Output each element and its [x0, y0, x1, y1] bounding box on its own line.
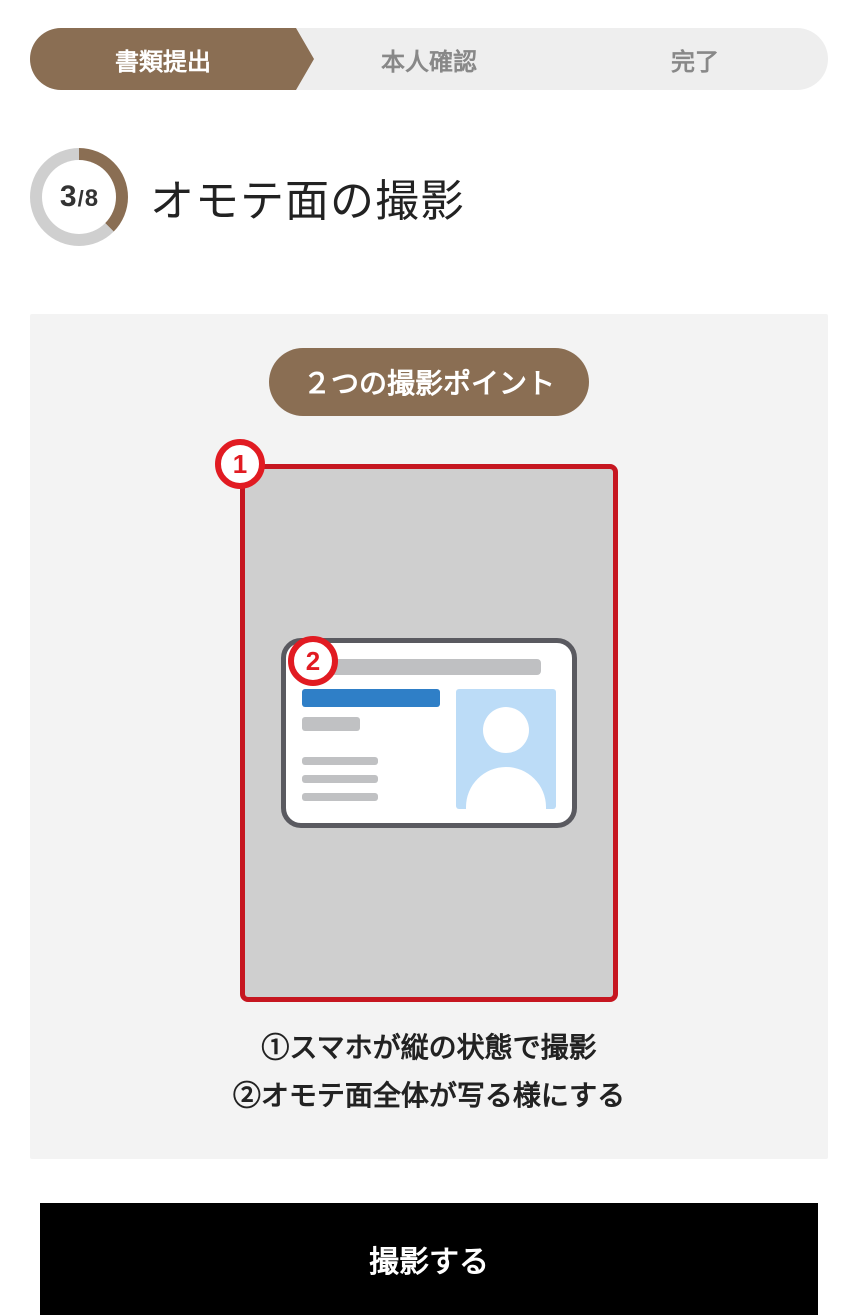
phone-frame-wrapper: 1 2 — [240, 464, 618, 1002]
instruction-panel: ２つの撮影ポイント 1 2 — [30, 314, 828, 1159]
phone-portrait-frame-icon — [240, 464, 618, 1002]
id-card-line — [302, 793, 378, 801]
step-label: 本人確認 — [381, 42, 477, 77]
progress-total: 8 — [85, 185, 98, 213]
page-title: オモテ面の撮影 — [150, 165, 465, 229]
tip-line-2: ②オモテ面全体が写る様にする — [64, 1072, 794, 1120]
progress-fraction: 3 / 8 — [60, 180, 98, 214]
tip-line-1: ①スマホが縦の状態で撮影 — [64, 1024, 794, 1072]
tips-heading-pill: ２つの撮影ポイント — [269, 348, 589, 416]
id-card-photo-icon — [456, 689, 556, 809]
capture-button[interactable]: 撮影する — [40, 1203, 818, 1315]
tips-text: ①スマホが縦の状態で撮影 ②オモテ面全体が写る様にする — [64, 1024, 794, 1119]
id-card-line — [302, 717, 360, 731]
id-card-line — [302, 757, 378, 765]
progress-slash: / — [78, 186, 84, 212]
progress-steps: 書類提出 本人確認 完了 — [30, 28, 828, 90]
step-complete: 完了 — [562, 28, 828, 90]
step-documents: 書類提出 — [30, 28, 296, 90]
id-card-line — [302, 689, 440, 707]
capture-button-label: 撮影する — [369, 1246, 489, 1279]
id-card-line — [302, 775, 378, 783]
tip-badge-2: 2 — [288, 636, 338, 686]
step-identity: 本人確認 — [296, 28, 562, 90]
tip-badge-1: 1 — [215, 439, 265, 489]
progress-ring-icon: 3 / 8 — [30, 148, 128, 246]
step-label: 書類提出 — [115, 42, 211, 77]
progress-current: 3 — [60, 180, 77, 214]
step-label: 完了 — [671, 42, 719, 77]
id-card-header-bar — [317, 659, 541, 675]
page-heading: 3 / 8 オモテ面の撮影 — [30, 148, 828, 246]
